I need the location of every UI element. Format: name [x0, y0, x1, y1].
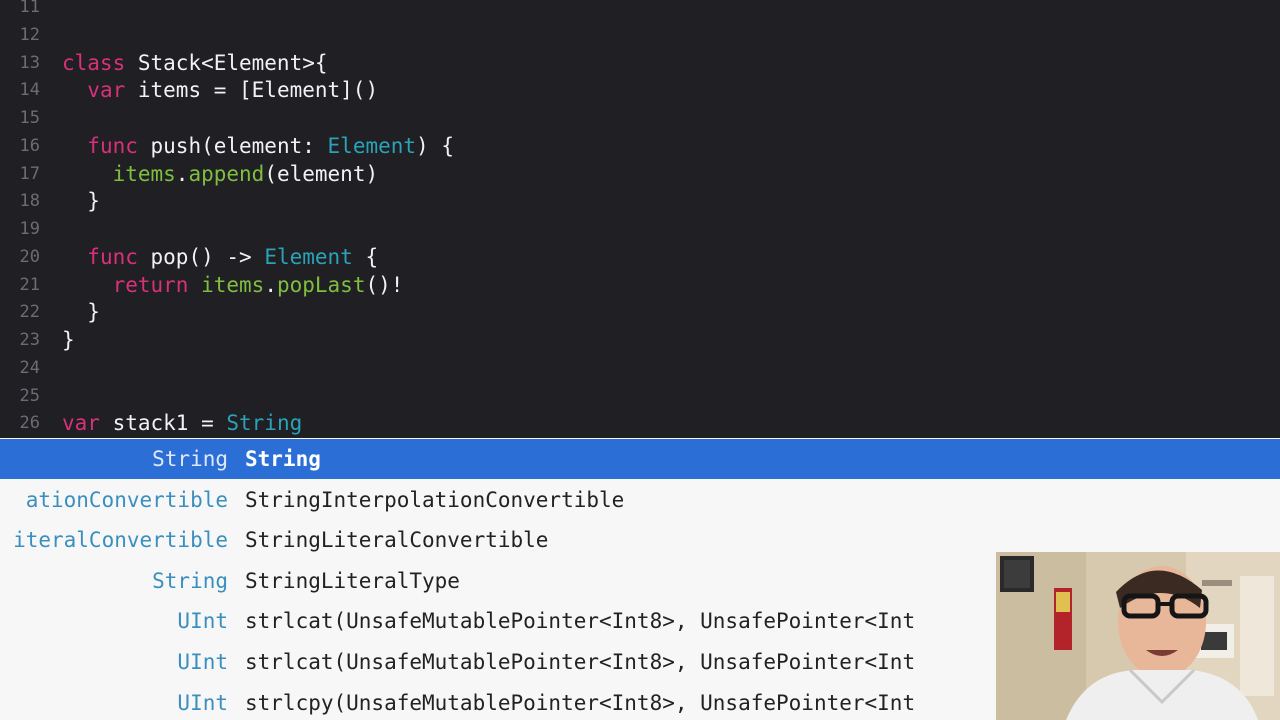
code-token: items [112, 161, 176, 186]
line-number: 26 [19, 413, 40, 434]
code-token: func [87, 133, 138, 158]
line-number: 19 [19, 219, 40, 239]
line-number: 12 [19, 24, 40, 45]
code-text: var items = [Element]() [62, 76, 378, 104]
line-number: 15 [19, 108, 40, 128]
code-line[interactable]: 15 [0, 104, 1280, 132]
suggestion-label: strlcat(UnsafeMutablePointer<Int8>, Unsa… [245, 609, 916, 634]
code-token: . [264, 272, 277, 297]
webcam-overlay [996, 552, 1280, 720]
autocomplete-item[interactable]: ationConvertible StringInterpolationConve… [0, 480, 1280, 520]
code-token: class [62, 50, 126, 75]
code-line[interactable]: 22 } [0, 298, 1280, 326]
code-text: } [62, 187, 100, 215]
code-text: items.append(element) [62, 160, 379, 188]
code-token: var [62, 411, 100, 436]
line-number: 17 [19, 163, 40, 184]
code-token: } [62, 300, 100, 325]
code-token: pop() -> [137, 244, 265, 269]
code-token: push(element: [137, 133, 328, 158]
line-number: 13 [19, 52, 40, 73]
code-line[interactable]: 17 items.append(element) [0, 160, 1280, 188]
suggestion-label: StringInterpolationConvertible [245, 487, 625, 512]
return-type-label: ationConvertible [25, 487, 228, 512]
line-number: 18 [19, 191, 40, 212]
line-number: 14 [19, 80, 40, 101]
code-token: var [87, 78, 126, 103]
line-number: 22 [19, 302, 40, 323]
autocomplete-item-selected[interactable]: String String [0, 439, 1280, 479]
code-line[interactable]: 13 class Stack<Element>{ [0, 49, 1280, 77]
code-line[interactable]: 12 [0, 21, 1280, 49]
code-token: items = [Element]() [125, 78, 379, 103]
line-number: 24 [19, 357, 40, 378]
code-line[interactable]: 21 return items.popLast()! [0, 271, 1280, 299]
code-text: return items.popLast()! [62, 271, 404, 299]
code-text: } [62, 326, 75, 354]
code-text: var stack1 = String [62, 409, 302, 437]
code-line[interactable]: 11 [0, 0, 1280, 21]
return-type-label: UInt [177, 609, 228, 634]
code-line[interactable]: 18 } [0, 187, 1280, 215]
code-token: stack1 = [99, 411, 227, 436]
code-token: Element [264, 244, 353, 269]
line-number: 25 [19, 385, 40, 406]
code-line[interactable]: 26 var stack1 = String [0, 409, 1280, 437]
return-type-label: UInt [177, 690, 228, 715]
code-line[interactable]: 16 func push(element: Element) { [0, 132, 1280, 160]
line-number: 16 [19, 135, 40, 156]
code-token: } [62, 328, 75, 352]
code-token: items [201, 272, 265, 297]
return-type-label: String [152, 568, 228, 593]
line-number: 23 [19, 330, 40, 350]
line-number: 20 [19, 246, 40, 267]
suggestion-label: String [245, 447, 321, 471]
code-token: Element [327, 133, 417, 158]
suggestion-label: strlcpy(UnsafeMutablePointer<Int8>, Unsa… [245, 690, 916, 715]
code-token: func [87, 244, 138, 269]
code-token: popLast [276, 272, 366, 297]
code-token: String [226, 411, 303, 436]
code-line[interactable]: 14 var items = [Element]() [0, 76, 1280, 104]
suggestion-label: strlcat(UnsafeMutablePointer<Int8>, Unsa… [245, 650, 916, 674]
code-editor[interactable]: 11 12 13 class Stack<Element>{14 var items … [0, 0, 1280, 438]
return-type-label: String [152, 447, 228, 471]
code-token: (element) [264, 161, 379, 186]
code-token: ()! [365, 272, 404, 297]
code-line[interactable]: 20 func pop() -> Element { [0, 243, 1280, 271]
suggestion-label: StringLiteralConvertible [245, 528, 549, 553]
code-token: } [62, 189, 100, 214]
code-line[interactable]: 19 [0, 215, 1280, 243]
code-token: Stack<Element>{ [125, 50, 328, 75]
code-line[interactable]: 23} [0, 326, 1280, 354]
code-token: append [188, 161, 265, 186]
presenter-video-image [996, 552, 1280, 720]
code-text: class Stack<Element>{ [62, 49, 328, 77]
code-text: func push(element: Element) { [62, 132, 454, 160]
code-text: } [62, 298, 100, 326]
code-token: { [352, 244, 379, 269]
code-line[interactable]: 25 [0, 382, 1280, 410]
line-number: 21 [19, 274, 40, 295]
suggestion-label: StringLiteralType [245, 568, 460, 593]
code-line[interactable]: 24 [0, 354, 1280, 382]
line-number: 11 [19, 0, 40, 17]
code-token: return [112, 272, 189, 297]
code-token: ) { [416, 133, 454, 158]
return-type-label: UInt [177, 650, 228, 674]
code-text: func pop() -> Element { [62, 243, 378, 271]
return-type-label: iteralConvertible [13, 528, 228, 553]
code-token: . [175, 161, 189, 186]
